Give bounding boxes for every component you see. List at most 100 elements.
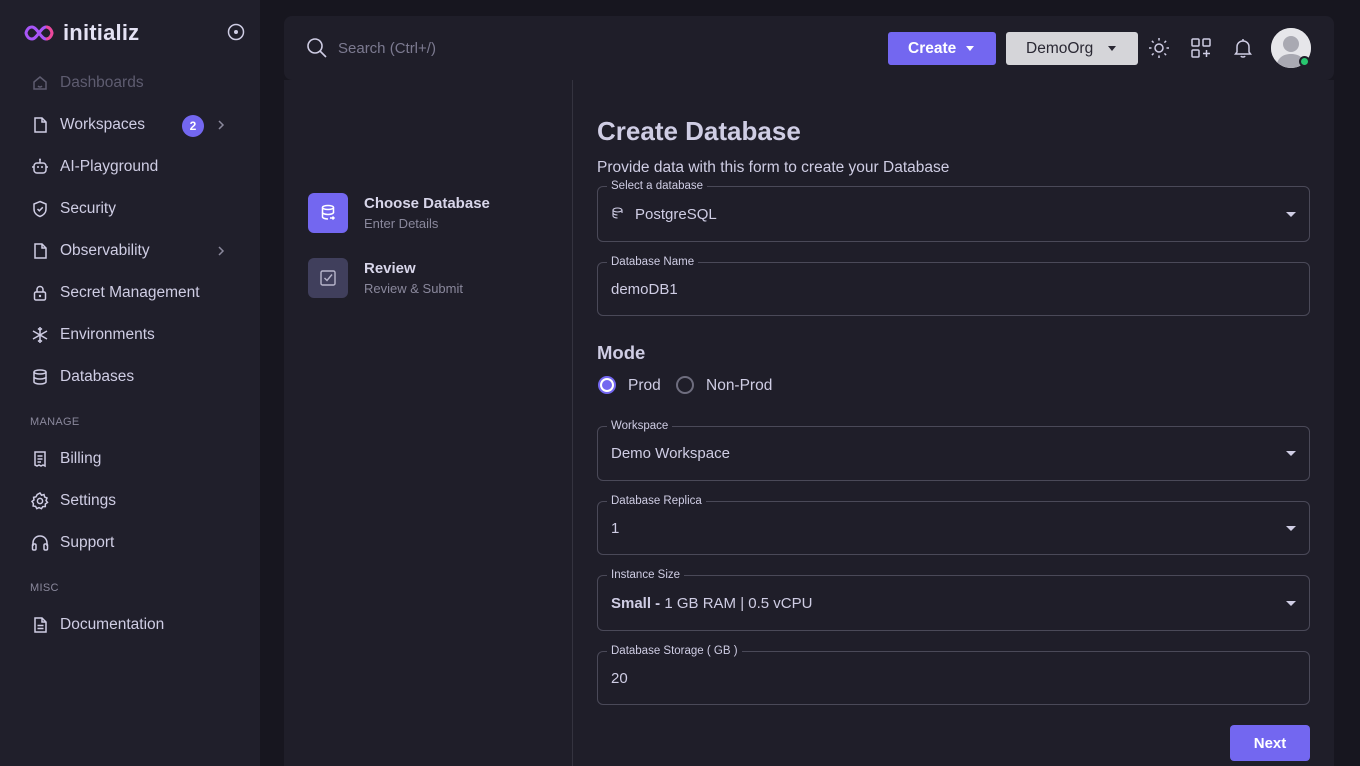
sidebar-item-security[interactable]: Security [0,188,260,230]
receipt-icon [30,449,50,469]
database-name-field[interactable]: Database Name demoDB1 [597,255,1310,316]
sidebar-item-label: Observability [60,242,150,259]
sidebar-item-label: AI-Playground [60,158,159,175]
sidebar-item-workspaces[interactable]: Workspaces 2 [0,104,260,146]
mode-prod-radio[interactable] [598,376,616,394]
document-icon [30,615,50,635]
shield-check-icon [30,199,50,219]
instance-size-spec: 1 GB RAM | 0.5 vCPU [664,595,813,612]
sidebar-item-label: Databases [60,368,135,385]
workspace-select[interactable]: Workspace Demo Workspace [597,419,1310,481]
caret-down-icon [1286,601,1296,606]
instance-size-value: Small - 1 GB RAM | 0.5 vCPU [611,595,812,612]
stepper-divider [572,80,573,766]
field-label: Select a database [607,179,708,193]
mode-title: Mode [597,342,646,363]
search-input[interactable] [338,36,598,60]
file-icon [30,241,50,261]
step-subtitle: Review & Submit [364,281,463,296]
mode-prod-label: Prod [628,377,661,394]
mode-nonprod-radio[interactable] [676,376,694,394]
field-label: Database Storage ( GB ) [607,644,742,658]
chevron-right-icon [218,120,225,130]
database-replica-select[interactable]: Database Replica 1 [597,494,1310,555]
bell-icon[interactable] [1231,36,1255,60]
chevron-right-icon [218,246,225,256]
database-storage-field[interactable]: Database Storage ( GB ) 20 [597,644,1310,705]
sidebar-item-label: Environments [60,326,155,343]
lock-icon [30,283,50,303]
sidebar-item-secret-management[interactable]: Secret Management [0,272,260,314]
sidebar-item-ai-playground[interactable]: AI-Playground [0,146,260,188]
robot-icon [30,157,50,177]
step-title: Review [364,260,416,277]
page-title: Create Database [597,116,801,146]
sidebar-item-observability[interactable]: Observability [0,230,260,272]
manage-section-title: MANAGE [30,416,80,428]
instance-size-tier: Small - [611,595,661,612]
field-label: Instance Size [607,568,685,582]
workspaces-count-badge: 2 [182,115,204,137]
gear-icon [30,491,50,511]
search-icon[interactable] [306,37,328,59]
create-button-label: Create [908,39,957,57]
sun-icon[interactable] [1147,36,1171,60]
instance-size-select[interactable]: Instance Size Small - 1 GB RAM | 0.5 vCP… [597,568,1310,631]
home-icon [30,73,50,93]
sidebar-item-documentation[interactable]: Documentation [0,604,260,646]
sidebar-item-databases[interactable]: Databases [0,356,260,398]
create-database-card: Choose Database Enter Details Review Rev… [284,80,1334,766]
headphones-icon [30,533,50,553]
database-storage-value: 20 [611,670,628,687]
org-selector-button[interactable]: DemoOrg [1006,32,1138,65]
snowflake-icon [30,325,50,345]
database-name-value: demoDB1 [611,281,678,298]
caret-down-icon [1286,526,1296,531]
sidebar-item-label: Workspaces [60,116,145,133]
step-subtitle: Enter Details [364,216,439,231]
sidebar-item-environments[interactable]: Environments [0,314,260,356]
sidebar-item-label: Secret Management [60,284,200,301]
topbar: Create DemoOrg [284,16,1334,80]
database-select[interactable]: Select a database PostgreSQL [597,179,1310,242]
database-step-icon [308,193,348,233]
field-label: Workspace [607,419,673,433]
step-review[interactable]: Review Review & Submit [308,258,463,298]
infinity-logo-icon [24,25,54,41]
sidebar-item-label: Documentation [60,616,165,633]
file-icon [30,115,50,135]
step-choose-database[interactable]: Choose Database Enter Details [308,193,490,233]
caret-down-icon [1286,212,1296,217]
checkbox-step-icon [308,258,348,298]
online-status-dot [1299,56,1310,67]
sidebar-item-settings[interactable]: Settings [0,480,260,522]
page-subtitle: Provide data with this form to create yo… [597,159,950,176]
sidebar: initializ Dashboards Workspaces 2 AI-Pla… [0,0,260,766]
sidebar-item-label: Support [60,534,115,551]
sidebar-item-label: Settings [60,492,117,509]
sidebar-item-label: Security [60,200,116,217]
sidebar-item-support[interactable]: Support [0,522,260,564]
field-label: Database Replica [607,494,706,508]
collapse-sidebar-icon[interactable] [227,23,245,41]
caret-down-icon [1108,46,1116,51]
mode-nonprod-label: Non-Prod [706,377,773,394]
brand-logo[interactable]: initializ [24,18,139,48]
step-title: Choose Database [364,195,490,212]
field-label: Database Name [607,255,699,269]
database-replica-value: 1 [611,520,620,537]
sidebar-item-label: Dashboards [60,74,144,91]
org-selector-label: DemoOrg [1026,39,1094,57]
postgresql-icon [612,207,623,219]
app-name: initializ [63,20,140,45]
database-icon [30,367,50,387]
database-select-value: PostgreSQL [635,206,717,223]
sidebar-item-billing[interactable]: Billing [0,438,260,480]
caret-down-icon [966,46,974,51]
create-button[interactable]: Create [888,32,996,65]
sidebar-item-label: Billing [60,450,102,467]
workspace-select-value: Demo Workspace [611,445,730,462]
next-button[interactable]: Next [1230,725,1310,761]
apps-add-icon[interactable] [1189,36,1213,60]
sidebar-item-dashboards[interactable]: Dashboards [0,62,260,104]
